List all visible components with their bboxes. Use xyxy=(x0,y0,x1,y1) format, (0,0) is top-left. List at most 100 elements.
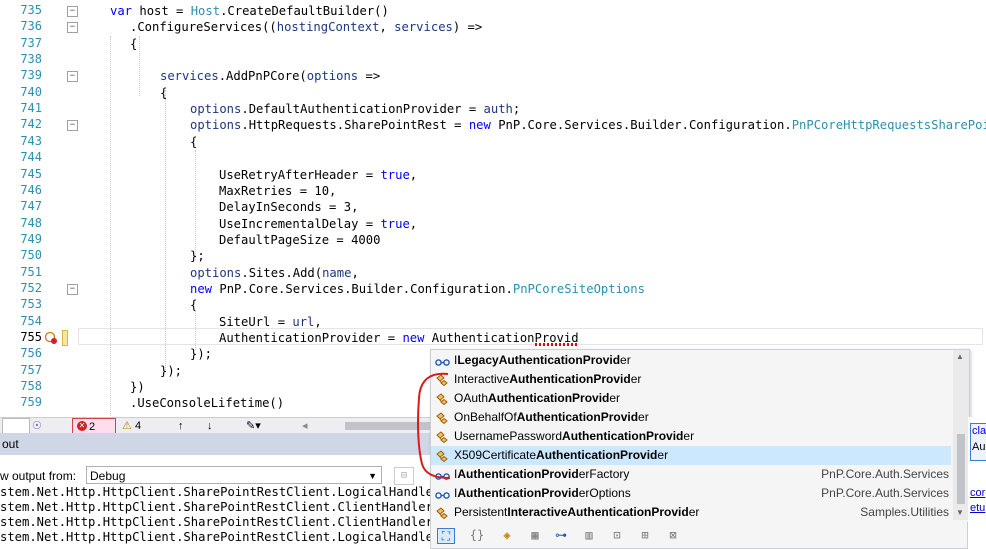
code-line[interactable]: { xyxy=(160,85,167,101)
fold-toggle-icon[interactable]: − xyxy=(67,283,78,295)
interface-icon xyxy=(435,355,450,366)
code-line[interactable]: UseIncrementalDelay = true, xyxy=(219,216,417,232)
output-line: stem.Net.Http.HttpClient.SharePointRestC… xyxy=(0,500,455,514)
completion-item[interactable]: IAuthenticationProviderOptions PnP.Core.A… xyxy=(431,484,951,503)
completion-scroll-thumb[interactable] xyxy=(957,434,965,504)
namespace-filter-icon[interactable]: ⊠ xyxy=(665,528,681,542)
next-error-arrow-icon[interactable]: ↓ xyxy=(207,418,213,434)
code-line[interactable]: new PnP.Core.Services.Builder.Configurat… xyxy=(190,281,645,297)
code-line[interactable]: DelayInSeconds = 3, xyxy=(219,199,358,215)
line-number: 737 xyxy=(20,35,42,50)
scroll-left-icon[interactable]: ◂ xyxy=(302,418,308,434)
fold-toggle-icon[interactable]: − xyxy=(67,120,78,132)
completion-item-namespace: PnP.Core.Auth.Services xyxy=(821,486,949,500)
expand-filter-icon[interactable]: ⛶ xyxy=(437,528,455,544)
right-panel-text-1: cla xyxy=(972,425,986,437)
line-number: 750 xyxy=(20,248,42,263)
line-number: 753 xyxy=(20,297,42,312)
completion-item[interactable]: ILegacyAuthenticationProvider xyxy=(431,351,951,370)
code-line[interactable]: options.HttpRequests.SharePointRest = ne… xyxy=(190,117,986,133)
enum-filter-icon[interactable]: ▥ xyxy=(581,528,597,542)
edit-indicator xyxy=(62,330,68,346)
output-line: stem.Net.Http.HttpClient.SharePointRestC… xyxy=(0,515,455,529)
line-number: 748 xyxy=(20,215,42,230)
completion-list[interactable]: ▲ ▼ ILegacyAuthenticationProvider Interac… xyxy=(430,349,970,523)
scroll-down-icon[interactable]: ▼ xyxy=(956,508,964,517)
code-line[interactable]: options.Sites.Add(name, xyxy=(190,265,359,281)
fold-toggle-icon[interactable]: − xyxy=(67,22,78,34)
line-number: 735 xyxy=(20,3,42,17)
code-line[interactable]: DefaultPageSize = 4000 xyxy=(219,232,380,248)
delegate-filter-icon[interactable]: ⊡ xyxy=(609,528,625,542)
code-line[interactable]: .ConfigureServices((hostingContext, serv… xyxy=(130,19,482,35)
error-squiggle xyxy=(535,343,579,346)
code-line[interactable]: MaxRetries = 10, xyxy=(219,183,336,199)
code-line[interactable]: }); xyxy=(160,363,182,379)
braces-filter-icon[interactable]: {} xyxy=(469,528,485,542)
scroll-up-icon[interactable]: ▲ xyxy=(956,352,964,361)
current-line-highlight xyxy=(78,328,983,345)
line-number: 751 xyxy=(20,264,42,279)
error-icon: ✕ xyxy=(77,421,87,431)
code-line[interactable]: options.DefaultAuthenticationProvider = … xyxy=(190,101,520,117)
completion-item-namespace: PnP.Core.Auth.Services xyxy=(821,467,949,481)
errors-indicator[interactable]: ✕ 2 xyxy=(72,418,116,434)
show-output-label: w output from: xyxy=(0,469,77,483)
completion-item[interactable]: X509CertificateAuthenticationProvider xyxy=(431,446,951,465)
line-number: 742 xyxy=(20,117,42,132)
warnings-indicator[interactable]: ⚠ 4 xyxy=(122,418,141,434)
code-line[interactable]: { xyxy=(190,134,197,150)
module-filter-icon[interactable]: ⊞ xyxy=(637,528,653,542)
code-line[interactable]: var host = Host.CreateDefaultBuilder() xyxy=(110,3,389,19)
prev-error-arrow-icon[interactable]: ↑ xyxy=(178,418,184,434)
code-line[interactable]: }); xyxy=(190,346,212,362)
output-line: stem.Net.Http.HttpClient.SharePointRestC… xyxy=(0,485,463,499)
line-number: 758 xyxy=(20,379,42,394)
completion-item-label: IAuthenticationProviderFactory xyxy=(454,467,630,481)
zoom-dropdown[interactable] xyxy=(2,418,30,434)
code-line[interactable]: }) xyxy=(130,379,145,395)
code-line[interactable]: .UseConsoleLifetime() xyxy=(130,395,284,411)
brush-icon[interactable]: ✎▾ xyxy=(246,418,261,434)
code-line[interactable]: { xyxy=(130,36,137,52)
line-number: 736 xyxy=(20,19,42,34)
completion-item-label: PersistentInteractiveAuthenticationProvi… xyxy=(454,505,700,519)
completion-item[interactable]: PersistentInteractiveAuthenticationProvi… xyxy=(431,503,951,522)
line-number: 757 xyxy=(20,362,42,377)
output-source-select[interactable]: Debug ▼ xyxy=(86,466,382,484)
interface-filter-icon[interactable]: ⊶ xyxy=(553,528,569,542)
warning-count: 4 xyxy=(134,420,142,432)
code-line[interactable]: { xyxy=(190,297,197,313)
completion-item[interactable]: UsernamePasswordAuthenticationProvider xyxy=(431,427,951,446)
completion-item-label: InteractiveAuthenticationProvider xyxy=(454,372,642,386)
line-number: 745 xyxy=(20,166,42,181)
annotation-bracket xyxy=(417,372,451,479)
struct-filter-icon[interactable]: ▦ xyxy=(527,528,543,542)
completion-scrollbar[interactable]: ▲ ▼ xyxy=(953,350,969,520)
copilot-icon[interactable]: ☉ xyxy=(32,418,42,434)
chevron-down-icon: ▼ xyxy=(368,471,377,481)
completion-item[interactable]: OnBehalfOfAuthenticationProvider xyxy=(431,408,951,427)
warning-icon: ⚠ xyxy=(122,420,132,432)
line-number: 743 xyxy=(20,133,42,148)
completion-item[interactable]: IAuthenticationProviderFactory PnP.Core.A… xyxy=(431,465,951,484)
completion-item-label: X509CertificateAuthenticationProvider xyxy=(454,448,669,462)
completion-item-namespace: Samples.Utilities xyxy=(860,505,949,519)
code-line[interactable]: }; xyxy=(190,248,205,264)
fold-toggle-icon[interactable]: − xyxy=(67,6,78,17)
output-source-value: Debug xyxy=(90,469,126,483)
completion-item[interactable]: InteractiveAuthenticationProvider xyxy=(431,370,951,389)
interface-icon xyxy=(435,488,450,499)
completion-item[interactable]: OAuthAuthenticationProvider xyxy=(431,389,951,408)
line-number: 741 xyxy=(20,101,42,116)
class-filter-icon[interactable]: ◈ xyxy=(499,528,515,542)
code-line[interactable]: services.AddPnPCore(options => xyxy=(160,68,380,84)
code-line[interactable]: UseRetryAfterHeader = true, xyxy=(219,167,417,183)
indent-guide xyxy=(110,36,111,416)
line-number: 746 xyxy=(20,182,42,197)
quick-actions-icon[interactable] xyxy=(44,330,58,344)
line-number: 749 xyxy=(20,231,42,246)
line-number: 752 xyxy=(20,280,42,295)
line-number: 747 xyxy=(20,199,42,214)
fold-toggle-icon[interactable]: − xyxy=(67,71,78,83)
